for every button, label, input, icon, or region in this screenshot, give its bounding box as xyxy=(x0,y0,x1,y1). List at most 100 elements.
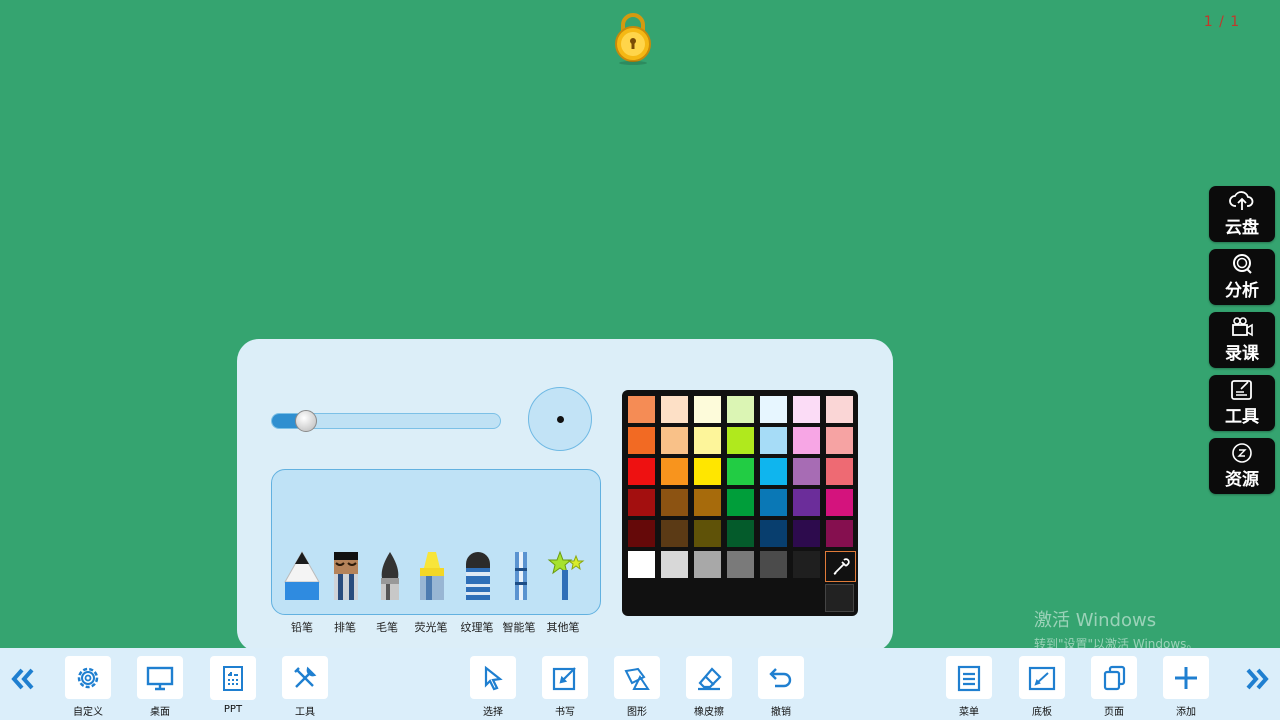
toolbar-label: 书写 xyxy=(555,707,575,718)
pen-size-slider-thumb[interactable] xyxy=(294,410,317,432)
side-button-label: 云盘 xyxy=(1225,218,1259,238)
color-swatch[interactable] xyxy=(661,427,688,454)
color-swatch[interactable] xyxy=(628,427,655,454)
color-swatch[interactable] xyxy=(727,458,754,485)
eraser-icon xyxy=(698,666,722,690)
flat-brush-pen-icon[interactable] xyxy=(330,550,362,602)
eyedropper-button[interactable] xyxy=(825,551,856,582)
pen-size-slider[interactable] xyxy=(271,410,501,432)
side-button-label: 分析 xyxy=(1225,281,1259,301)
toolbar-label: 自定义 xyxy=(73,707,103,718)
toolbar-label: 底板 xyxy=(1032,707,1052,718)
color-swatch[interactable] xyxy=(760,489,787,516)
color-swatch[interactable] xyxy=(793,520,820,547)
color-swatch[interactable] xyxy=(727,427,754,454)
custom-color-swatch[interactable] xyxy=(825,584,854,612)
color-swatch[interactable] xyxy=(826,427,853,454)
color-swatch[interactable] xyxy=(826,520,853,547)
toolbar-select-button[interactable]: 选择 xyxy=(468,656,518,718)
brush-pen-icon[interactable] xyxy=(376,550,404,602)
color-swatch[interactable] xyxy=(760,551,787,578)
side-panel: 云盘 分析 录课 工具 资源 xyxy=(1209,186,1275,501)
color-swatch[interactable] xyxy=(694,396,721,423)
pen-label-brush[interactable]: 毛笔 xyxy=(376,619,398,635)
color-swatch[interactable] xyxy=(760,520,787,547)
pen-type-box xyxy=(271,469,601,615)
collapse-right-button[interactable] xyxy=(1240,662,1274,696)
color-swatch[interactable] xyxy=(628,458,655,485)
pen-label-flat-brush[interactable]: 排笔 xyxy=(334,619,356,635)
color-swatch[interactable] xyxy=(793,427,820,454)
watermark-title: 激活 Windows xyxy=(1034,610,1157,631)
color-swatch[interactable] xyxy=(727,489,754,516)
toolbar-write-button[interactable]: 书写 xyxy=(540,656,590,718)
color-swatch[interactable] xyxy=(826,396,853,423)
texture-pen-icon[interactable] xyxy=(462,550,494,602)
color-swatch[interactable] xyxy=(628,551,655,578)
color-swatch[interactable] xyxy=(793,458,820,485)
color-swatch[interactable] xyxy=(826,458,853,485)
color-swatch[interactable] xyxy=(793,489,820,516)
toolbar-eraser-button[interactable]: 橡皮擦 xyxy=(684,656,734,718)
toolbar-board-button[interactable]: 底板 xyxy=(1017,656,1067,718)
highlighter-pen-icon[interactable] xyxy=(414,550,450,602)
toolbar-tools-button[interactable]: 工具 xyxy=(280,656,330,718)
side-button-tools[interactable]: 工具 xyxy=(1209,375,1275,431)
smart-pen-icon[interactable] xyxy=(510,550,532,602)
write-icon xyxy=(552,666,576,690)
color-swatch[interactable] xyxy=(694,520,721,547)
color-swatch[interactable] xyxy=(826,489,853,516)
pen-label-pencil[interactable]: 铅笔 xyxy=(291,619,313,635)
color-swatch[interactable] xyxy=(628,520,655,547)
toolbar-menu-button[interactable]: 菜单 xyxy=(944,656,994,718)
color-swatch[interactable] xyxy=(661,458,688,485)
side-button-analysis[interactable]: 分析 xyxy=(1209,249,1275,305)
other-pen-icon[interactable] xyxy=(544,550,586,602)
pen-label-highlighter[interactable]: 荧光笔 xyxy=(415,619,448,635)
undo-icon xyxy=(769,667,792,687)
toolbar-undo-button[interactable]: 撤销 xyxy=(756,656,806,718)
color-swatch[interactable] xyxy=(760,396,787,423)
toolbar-shapes-button[interactable]: 图形 xyxy=(612,656,662,718)
color-swatch[interactable] xyxy=(628,489,655,516)
color-swatch[interactable] xyxy=(661,489,688,516)
color-swatch[interactable] xyxy=(793,396,820,423)
color-swatch[interactable] xyxy=(793,551,820,578)
color-swatch[interactable] xyxy=(727,551,754,578)
side-button-label: 工具 xyxy=(1225,407,1259,427)
color-swatch[interactable] xyxy=(760,427,787,454)
color-swatch[interactable] xyxy=(694,551,721,578)
collapse-left-button[interactable] xyxy=(6,662,40,696)
side-button-record[interactable]: 录课 xyxy=(1209,312,1275,368)
toolbar-add-button[interactable]: 添加 xyxy=(1161,656,1211,718)
color-swatch[interactable] xyxy=(661,520,688,547)
color-swatch[interactable] xyxy=(760,458,787,485)
gear-icon xyxy=(77,667,99,688)
color-swatch[interactable] xyxy=(628,396,655,423)
color-swatch[interactable] xyxy=(694,489,721,516)
pen-label-texture[interactable]: 纹理笔 xyxy=(461,619,494,635)
toolbar-desktop-button[interactable]: 桌面 xyxy=(135,656,185,718)
side-button-cloud[interactable]: 云盘 xyxy=(1209,186,1275,242)
toolbar-label: 桌面 xyxy=(150,707,170,718)
color-swatch[interactable] xyxy=(661,551,688,578)
lock-icon[interactable] xyxy=(612,10,654,66)
side-button-resources[interactable]: 资源 xyxy=(1209,438,1275,494)
color-swatch[interactable] xyxy=(661,396,688,423)
toolbar-pages-button[interactable]: 页面 xyxy=(1089,656,1139,718)
resource-z-icon xyxy=(1232,443,1252,463)
color-swatch[interactable] xyxy=(727,396,754,423)
pen-label-smart[interactable]: 智能笔 xyxy=(503,619,536,635)
pen-label-other[interactable]: 其他笔 xyxy=(547,619,580,635)
toolbar-label: 图形 xyxy=(627,707,647,718)
color-swatch[interactable] xyxy=(727,520,754,547)
pen-type-labels: 铅笔 排笔 毛笔 荧光笔 纹理笔 智能笔 其他笔 xyxy=(271,619,601,635)
toolbar-ppt-button[interactable]: PPT xyxy=(208,656,258,718)
color-swatch[interactable] xyxy=(694,427,721,454)
pencil-pen-icon[interactable] xyxy=(282,550,322,602)
color-swatch[interactable] xyxy=(694,458,721,485)
double-chevron-right-icon xyxy=(1246,668,1269,690)
ppt-icon xyxy=(223,666,243,691)
toolbar-custom-button[interactable]: 自定义 xyxy=(63,656,113,718)
toolbar-label: 添加 xyxy=(1176,707,1196,718)
